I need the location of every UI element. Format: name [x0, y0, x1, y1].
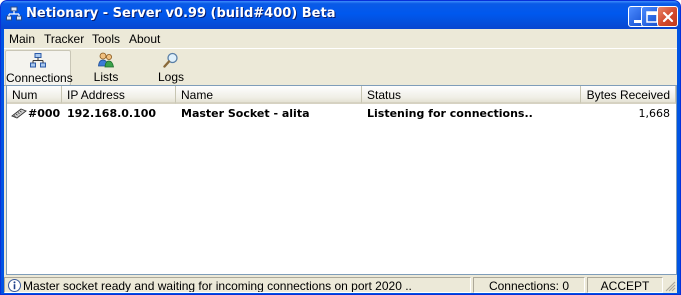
window-title: Netionary - Server v0.99 (build#400) Bet…: [26, 6, 336, 21]
cell-status: Listening for connections..: [367, 107, 533, 120]
connections-count: Connections: 0: [473, 277, 585, 293]
column-num[interactable]: Num: [7, 86, 62, 104]
close-button[interactable]: [657, 6, 678, 27]
title-bar[interactable]: Netionary - Server v0.99 (build#400) Bet…: [1, 1, 680, 29]
table-row[interactable]: #000 192.168.0.100 Master Socket - alita…: [7, 105, 676, 122]
column-name[interactable]: Name: [176, 86, 362, 104]
status-message: Master socket ready and waiting for inco…: [23, 279, 412, 293]
menu-tools[interactable]: Tools: [92, 32, 120, 46]
logs-label: Logs: [157, 70, 185, 84]
logs-button[interactable]: Logs: [146, 50, 196, 86]
menu-about[interactable]: About: [129, 32, 160, 46]
column-ip-address[interactable]: IP Address: [62, 86, 176, 104]
app-network-icon: [6, 6, 22, 22]
app-window: Netionary - Server v0.99 (build#400) Bet…: [0, 0, 681, 295]
lists-button[interactable]: Lists: [81, 50, 131, 86]
client-area: Main Tracker Tools About Connections Lis…: [4, 29, 677, 293]
cell-bytes-received: 1,668: [638, 107, 671, 120]
users-icon: [98, 52, 114, 68]
status-bar: Master socket ready and waiting for inco…: [4, 275, 677, 293]
accept-mode-status: ACCEPT: [587, 277, 663, 293]
network-icon: [30, 53, 46, 69]
cell-ip: 192.168.0.100: [67, 107, 157, 120]
column-status[interactable]: Status: [362, 86, 581, 104]
resize-grip-icon[interactable]: [664, 280, 676, 292]
status-message-panel: Master socket ready and waiting for inco…: [4, 277, 471, 293]
info-icon: [8, 279, 21, 292]
cell-name: Master Socket - alita: [181, 107, 310, 120]
menu-main[interactable]: Main: [9, 32, 35, 46]
lists-label: Lists: [93, 70, 119, 84]
connections-list[interactable]: Num IP Address Name Status Bytes Receive…: [6, 85, 677, 275]
cell-num: #000: [28, 107, 61, 120]
connections-button[interactable]: Connections: [5, 50, 73, 86]
magnifier-icon: [163, 52, 179, 68]
close-icon: [662, 11, 674, 23]
connections-label: Connections: [6, 71, 73, 85]
toolbar: Connections Lists Logs: [4, 48, 677, 86]
menu-tracker[interactable]: Tracker: [44, 32, 84, 46]
socket-icon: [11, 108, 27, 119]
column-bytes-received[interactable]: Bytes Received: [581, 86, 676, 104]
menu-bar: Main Tracker Tools About: [4, 29, 677, 48]
list-header: Num IP Address Name Status Bytes Receive…: [7, 86, 676, 104]
